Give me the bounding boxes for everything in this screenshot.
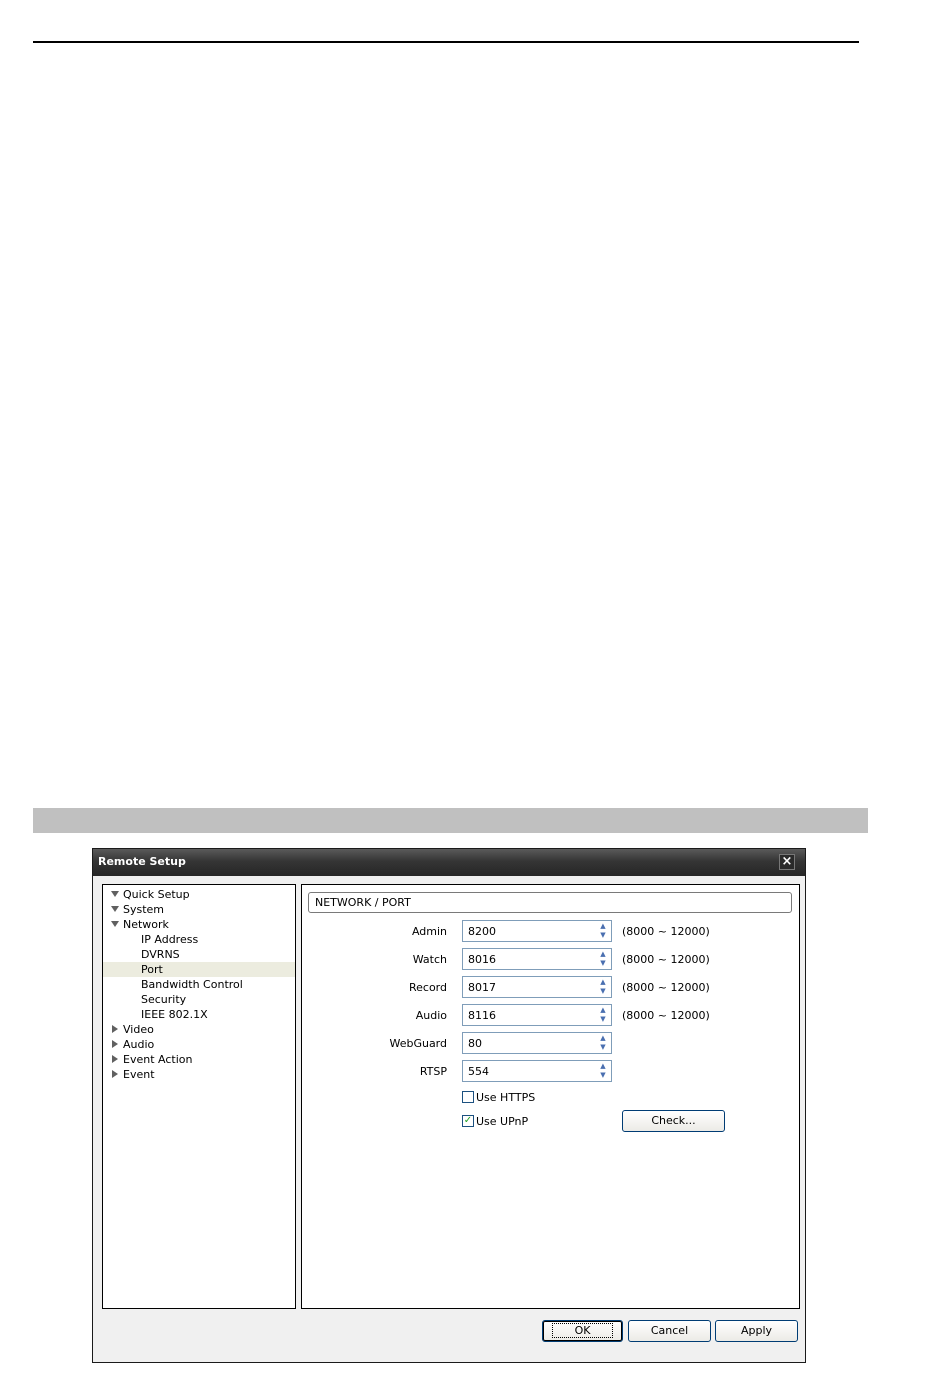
tree-item-label: Audio <box>123 1038 155 1051</box>
port-range-hint: (8000 ~ 12000) <box>622 953 710 966</box>
tree-item-label: System <box>123 903 165 916</box>
field-label: Watch <box>412 953 447 966</box>
tree-item[interactable]: System <box>103 902 295 917</box>
field-label: Admin <box>411 925 447 938</box>
field-label: Audio <box>415 1009 447 1022</box>
port-range-hint: (8000 ~ 12000) <box>622 981 710 994</box>
spin-up-icon[interactable]: ▲ <box>596 1006 610 1015</box>
spin-up-icon[interactable]: ▲ <box>596 922 610 931</box>
port-spin-input[interactable]: 554 ▲ ▼ <box>462 1060 612 1082</box>
tree-item[interactable]: Event <box>103 1067 295 1082</box>
spin-up-icon[interactable]: ▲ <box>596 950 610 959</box>
tree-item[interactable]: Audio <box>103 1037 295 1052</box>
tree-item-label: Network <box>123 918 169 931</box>
tree-item[interactable]: Video <box>103 1022 295 1037</box>
tree-item-label: Quick Setup <box>123 888 190 901</box>
tree-item-label: Bandwidth Control <box>141 978 243 991</box>
close-button[interactable]: × <box>779 854 795 870</box>
port-value: 8016 <box>468 953 496 966</box>
collapsed-arrow-icon[interactable] <box>110 1067 120 1082</box>
tree-item-label: Port <box>141 963 163 976</box>
port-value: 554 <box>468 1065 489 1078</box>
cancel-button[interactable]: Cancel <box>628 1320 711 1342</box>
port-spin-input[interactable]: 8200 ▲ ▼ <box>462 920 612 942</box>
collapsed-arrow-icon[interactable] <box>110 1052 120 1067</box>
use-https-checkbox[interactable] <box>462 1091 474 1103</box>
expanded-arrow-icon[interactable] <box>110 902 120 917</box>
field-label: WebGuard <box>389 1037 447 1050</box>
spin-buttons: ▲ ▼ <box>596 1006 610 1024</box>
port-range-hint: (8000 ~ 12000) <box>622 925 710 938</box>
tree-item[interactable]: Network <box>103 917 295 932</box>
expanded-arrow-icon[interactable] <box>110 887 120 902</box>
spin-buttons: ▲ ▼ <box>596 978 610 996</box>
port-value: 80 <box>468 1037 482 1050</box>
tree-item-label: DVRNS <box>141 948 180 961</box>
checkmark-icon: ✓ <box>463 1115 473 1126</box>
spin-up-icon[interactable]: ▲ <box>596 978 610 987</box>
apply-button[interactable]: Apply <box>715 1320 798 1342</box>
spin-up-icon[interactable]: ▲ <box>596 1034 610 1043</box>
field-label: RTSP <box>419 1065 447 1078</box>
caption-band <box>33 808 868 833</box>
port-value: 8116 <box>468 1009 496 1022</box>
ok-label: OK <box>551 1323 614 1338</box>
tree-item[interactable]: DVRNS <box>103 947 295 962</box>
tree-item-label: Event Action <box>123 1053 193 1066</box>
port-range-hint: (8000 ~ 12000) <box>622 1009 710 1022</box>
tree-item-label: Video <box>123 1023 154 1036</box>
tree-item-label: Event <box>123 1068 155 1081</box>
tree-item[interactable]: Security <box>103 992 295 1007</box>
port-spin-input[interactable]: 8017 ▲ ▼ <box>462 976 612 998</box>
spin-down-icon[interactable]: ▼ <box>596 1015 610 1024</box>
spin-down-icon[interactable]: ▼ <box>596 959 610 968</box>
port-spin-input[interactable]: 80 ▲ ▼ <box>462 1032 612 1054</box>
collapsed-arrow-icon[interactable] <box>110 1022 120 1037</box>
tree-item-label: Security <box>141 993 187 1006</box>
port-value: 8017 <box>468 981 496 994</box>
spin-buttons: ▲ ▼ <box>596 922 610 940</box>
use-upnp-label: Use UPnP <box>476 1115 529 1128</box>
check-upnp-button[interactable]: Check... <box>622 1110 725 1132</box>
spin-up-icon[interactable]: ▲ <box>596 1062 610 1071</box>
port-settings-panel: NETWORK / PORT Use HTTPS ✓ Use UPnP Chec… <box>301 884 800 1309</box>
tree-item-label: IP Address <box>141 933 199 946</box>
use-https-label: Use HTTPS <box>476 1091 536 1104</box>
close-icon: × <box>781 854 793 869</box>
tree-item[interactable]: Event Action <box>103 1052 295 1067</box>
port-spin-input[interactable]: 8116 ▲ ▼ <box>462 1004 612 1026</box>
spin-down-icon[interactable]: ▼ <box>596 931 610 940</box>
remote-setup-dialog: Remote Setup × Quick Setup System Network I… <box>92 848 806 1363</box>
spin-buttons: ▲ ▼ <box>596 950 610 968</box>
spin-buttons: ▲ ▼ <box>596 1034 610 1052</box>
settings-tree: Quick Setup System Network IP Address DVRNS P… <box>102 884 296 1309</box>
title-bar[interactable]: Remote Setup × <box>93 849 805 876</box>
use-upnp-checkbox[interactable]: ✓ <box>462 1115 474 1127</box>
top-rule <box>33 41 859 43</box>
port-value: 8200 <box>468 925 496 938</box>
ok-button[interactable]: OK <box>542 1320 623 1342</box>
spin-down-icon[interactable]: ▼ <box>596 1071 610 1080</box>
tree-item[interactable]: IP Address <box>103 932 295 947</box>
window-title: Remote Setup <box>98 855 186 868</box>
tree-item-label: IEEE 802.1X <box>141 1008 208 1021</box>
panel-header: NETWORK / PORT <box>308 892 792 913</box>
tree-item[interactable]: Quick Setup <box>103 887 295 902</box>
tree-item[interactable]: IEEE 802.1X <box>103 1007 295 1022</box>
field-label: Record <box>408 981 447 994</box>
spin-down-icon[interactable]: ▼ <box>596 987 610 996</box>
spin-down-icon[interactable]: ▼ <box>596 1043 610 1052</box>
spin-buttons: ▲ ▼ <box>596 1062 610 1080</box>
expanded-arrow-icon[interactable] <box>110 917 120 932</box>
tree-item[interactable]: Bandwidth Control <box>103 977 295 992</box>
port-spin-input[interactable]: 8016 ▲ ▼ <box>462 948 612 970</box>
tree-item[interactable]: Port <box>103 962 295 977</box>
collapsed-arrow-icon[interactable] <box>110 1037 120 1052</box>
